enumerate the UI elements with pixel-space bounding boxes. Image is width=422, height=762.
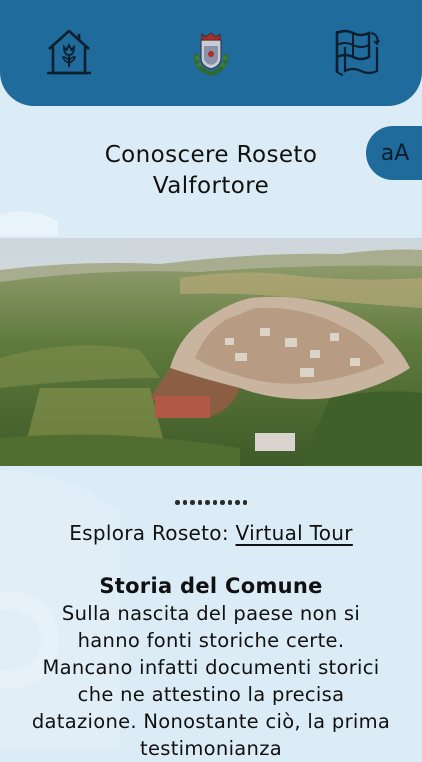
carousel-dot[interactable] xyxy=(212,500,217,505)
explore-prefix: Esplora Roseto: xyxy=(69,521,236,545)
home-button[interactable] xyxy=(44,26,94,78)
carousel-dot[interactable] xyxy=(197,500,202,505)
carousel-dot[interactable] xyxy=(175,500,180,505)
page-title: Conoscere Roseto Valfortore xyxy=(40,140,382,202)
carousel-dot[interactable] xyxy=(227,500,232,505)
font-size-toggle-label: aA xyxy=(380,140,410,166)
coat-of-arms-icon xyxy=(193,32,229,76)
carousel-dot[interactable] xyxy=(190,500,195,505)
history-text: Sulla nascita del paese non si hanno fon… xyxy=(31,602,391,760)
house-tulip-icon xyxy=(47,29,91,75)
carousel-dot[interactable] xyxy=(205,500,210,505)
virtual-tour-link[interactable]: Virtual Tour xyxy=(236,521,353,545)
carousel-dot[interactable] xyxy=(182,500,187,505)
carousel-dot[interactable] xyxy=(220,500,225,505)
aerial-town-photo xyxy=(0,238,422,466)
carousel-dot[interactable] xyxy=(242,500,247,505)
explore-line: Esplora Roseto: Virtual Tour xyxy=(0,521,422,545)
top-header-bar xyxy=(0,0,422,106)
crest-button[interactable] xyxy=(186,26,236,78)
language-button[interactable] xyxy=(332,26,382,78)
history-title: Storia del Comune xyxy=(99,574,323,598)
page-title-line-1: Conoscere Roseto xyxy=(104,142,318,168)
carousel-pagination[interactable] xyxy=(0,500,422,505)
font-size-toggle-button[interactable]: aA xyxy=(366,126,422,180)
page-title-line-2: Valfortore xyxy=(152,173,270,199)
carousel-dot[interactable] xyxy=(235,500,240,505)
carousel-image[interactable] xyxy=(0,238,422,466)
flags-switch-icon xyxy=(335,29,380,76)
